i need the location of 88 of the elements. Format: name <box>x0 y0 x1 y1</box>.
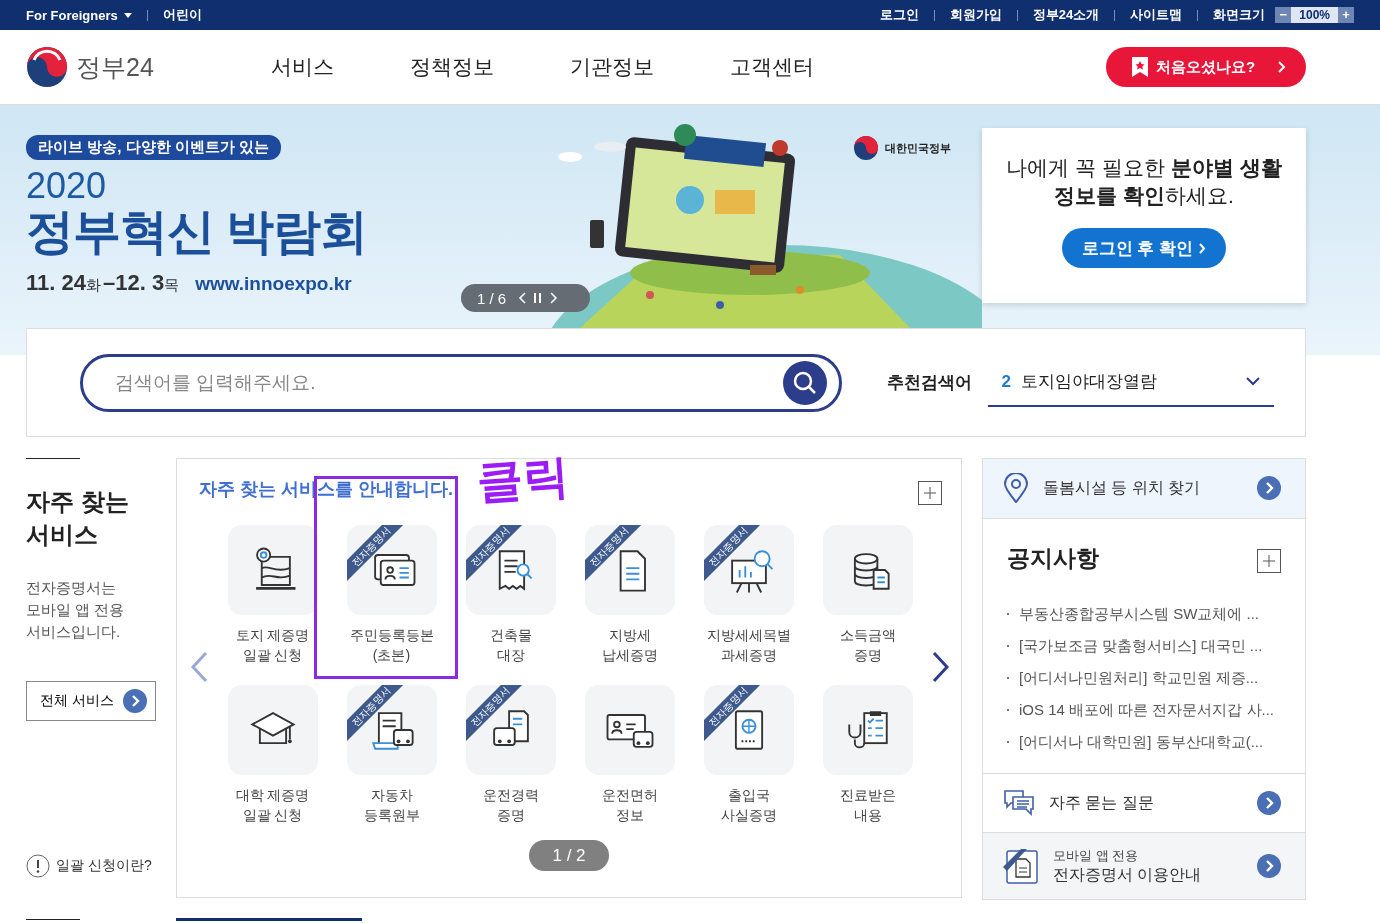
document-icon <box>1003 847 1039 886</box>
service-label[interactable]: 출입국 사실증명 <box>720 785 777 825</box>
all-services-button[interactable]: 전체 서비스 <box>26 681 156 721</box>
service-label[interactable]: 주민등록등본 (초본) <box>349 625 434 665</box>
notice-link[interactable]: [어디서나 대학민원] 동부산대학교(... <box>1019 725 1264 758</box>
recommended-dropdown[interactable]: 2 토지임야대장열람 <box>987 358 1274 407</box>
nav-link[interactable]: 고객센터 <box>729 53 814 81</box>
notice-link[interactable]: iOS 14 배포에 따른 전자문서지갑 사... <box>1019 693 1275 726</box>
section-title: 자주 찾는 서비스 <box>26 487 130 550</box>
chevron-icon <box>1257 854 1281 879</box>
more-button[interactable] <box>918 481 942 505</box>
org-name: 대한민국정부 <box>885 140 951 156</box>
service-tile[interactable] <box>227 525 318 615</box>
more-button[interactable] <box>1257 548 1281 573</box>
chevron-icon <box>1257 791 1281 816</box>
emblem-icon <box>853 135 879 161</box>
logo-text[interactable]: 정부24 <box>76 50 154 84</box>
chevron-icon <box>123 689 147 713</box>
first-visit-button[interactable]: 처음오셨나요? <box>1106 47 1306 87</box>
search-icon <box>791 369 818 396</box>
service-label[interactable]: 운전면허 정보 <box>601 785 658 825</box>
zoom-in-button[interactable]: + <box>1338 7 1354 23</box>
service-tile[interactable] <box>227 685 318 775</box>
page-indicator: 1 / 2 <box>529 840 609 871</box>
search-button[interactable] <box>782 360 827 405</box>
nav-link[interactable]: 정책정보 <box>409 53 494 81</box>
top-link[interactable]: 정부24소개 <box>1032 6 1100 24</box>
notice-link[interactable]: 부동산종합공부시스템 SW교체에 ... <box>1019 597 1259 630</box>
chevron-icon <box>1257 476 1281 501</box>
chevron-icon <box>1199 242 1207 254</box>
banner-link[interactable]: www.innoexpo.kr <box>195 273 352 295</box>
service-label[interactable]: 대학 제증명 일괄 신청 <box>235 785 310 825</box>
service-tile[interactable] <box>822 525 913 615</box>
mobile-guide-link[interactable]: 전자증명서 이용안내 <box>1053 864 1243 886</box>
notices-title: 공지사항 <box>1007 543 1099 573</box>
service-label[interactable]: 소득금액 증명 <box>839 625 896 665</box>
search-field[interactable]: 검색어를 입력해주세요. <box>113 370 783 395</box>
zoom-out-button[interactable]: − <box>1275 7 1292 23</box>
nav-link[interactable]: 서비스 <box>270 53 334 81</box>
search-box[interactable]: 검색어를 입력해주세요. <box>80 353 842 412</box>
next-icon[interactable] <box>550 292 559 304</box>
pause-icon[interactable] <box>534 293 543 303</box>
service-label[interactable]: 지방세세목별 과세증명 <box>706 625 791 665</box>
chevron-down-icon <box>1246 377 1260 386</box>
service-label[interactable]: 자동차 등록원부 <box>363 785 420 825</box>
zoom-label: 화면크기 <box>1213 6 1266 24</box>
banner-weekday: 화 <box>85 276 101 295</box>
service-label[interactable]: 진료받은 내용 <box>839 785 896 825</box>
info-icon <box>26 854 50 878</box>
banner-tag: 라이브 방송, 다양한 이벤트가 있는 <box>26 135 281 160</box>
top-link[interactable]: 회원가입 <box>949 6 1002 24</box>
top-link[interactable]: For Foreigners <box>26 7 118 23</box>
location-pin-icon <box>1003 473 1029 504</box>
service-label[interactable]: 토지 제증명 일괄 신청 <box>235 625 310 665</box>
plus-icon <box>1263 554 1275 567</box>
banner-year: 2020 <box>26 166 108 206</box>
login-prompt: 나에게 꼭 필요한 분야별 생활 정보를 확인하세요. <box>1005 155 1283 209</box>
mobile-caption: 모바일 앱 전용 <box>1053 846 1140 865</box>
help-link[interactable]: 일괄 신청이란? <box>56 857 152 875</box>
top-link[interactable]: 어린이 <box>162 6 202 24</box>
banner-weekday: 목 <box>164 276 180 295</box>
chevron-icon <box>1278 61 1286 73</box>
service-tile[interactable] <box>584 685 675 775</box>
login-button[interactable]: 로그인 후 확인 <box>1061 228 1227 268</box>
slide-counter: 1 / 6 <box>461 284 590 312</box>
handwritten-note: 클릭 <box>474 448 572 511</box>
banner-date: 11. 24 <box>26 270 86 296</box>
notice-link[interactable]: [국가보조금 맞춤형서비스] 대국민 ... <box>1019 629 1263 662</box>
service-label[interactable]: 건축물 대장 <box>489 625 532 665</box>
top-link[interactable]: 로그인 <box>879 6 919 24</box>
service-label[interactable]: 지방세 납세증명 <box>601 625 658 665</box>
section-description: 전자증명서는 모바일 앱 전용 서비스입니다. <box>26 578 126 642</box>
bookmark-star-icon <box>1132 57 1148 77</box>
nav-link[interactable]: 기관정보 <box>569 53 654 81</box>
recommended-label: 추천검색어 <box>886 372 972 394</box>
chat-bubbles-icon <box>1003 788 1035 819</box>
previous-icon[interactable] <box>518 292 527 304</box>
faq-link[interactable]: 자주 묻는 질문 <box>1049 792 1243 814</box>
service-tile[interactable] <box>822 685 913 775</box>
plus-icon <box>924 487 936 499</box>
banner-title: 정부혁신 박람회 <box>26 206 369 258</box>
caret-icon <box>123 12 132 18</box>
zoom-value: 100% <box>1291 7 1338 23</box>
service-label[interactable]: 운전경력 증명 <box>482 785 539 825</box>
notice-link[interactable]: [어디서나민원처리] 학교민원 제증... <box>1019 661 1259 694</box>
top-link[interactable]: 사이트맵 <box>1130 6 1183 24</box>
banner-date: –12. 3 <box>102 270 165 296</box>
logo-icon[interactable] <box>26 46 68 88</box>
